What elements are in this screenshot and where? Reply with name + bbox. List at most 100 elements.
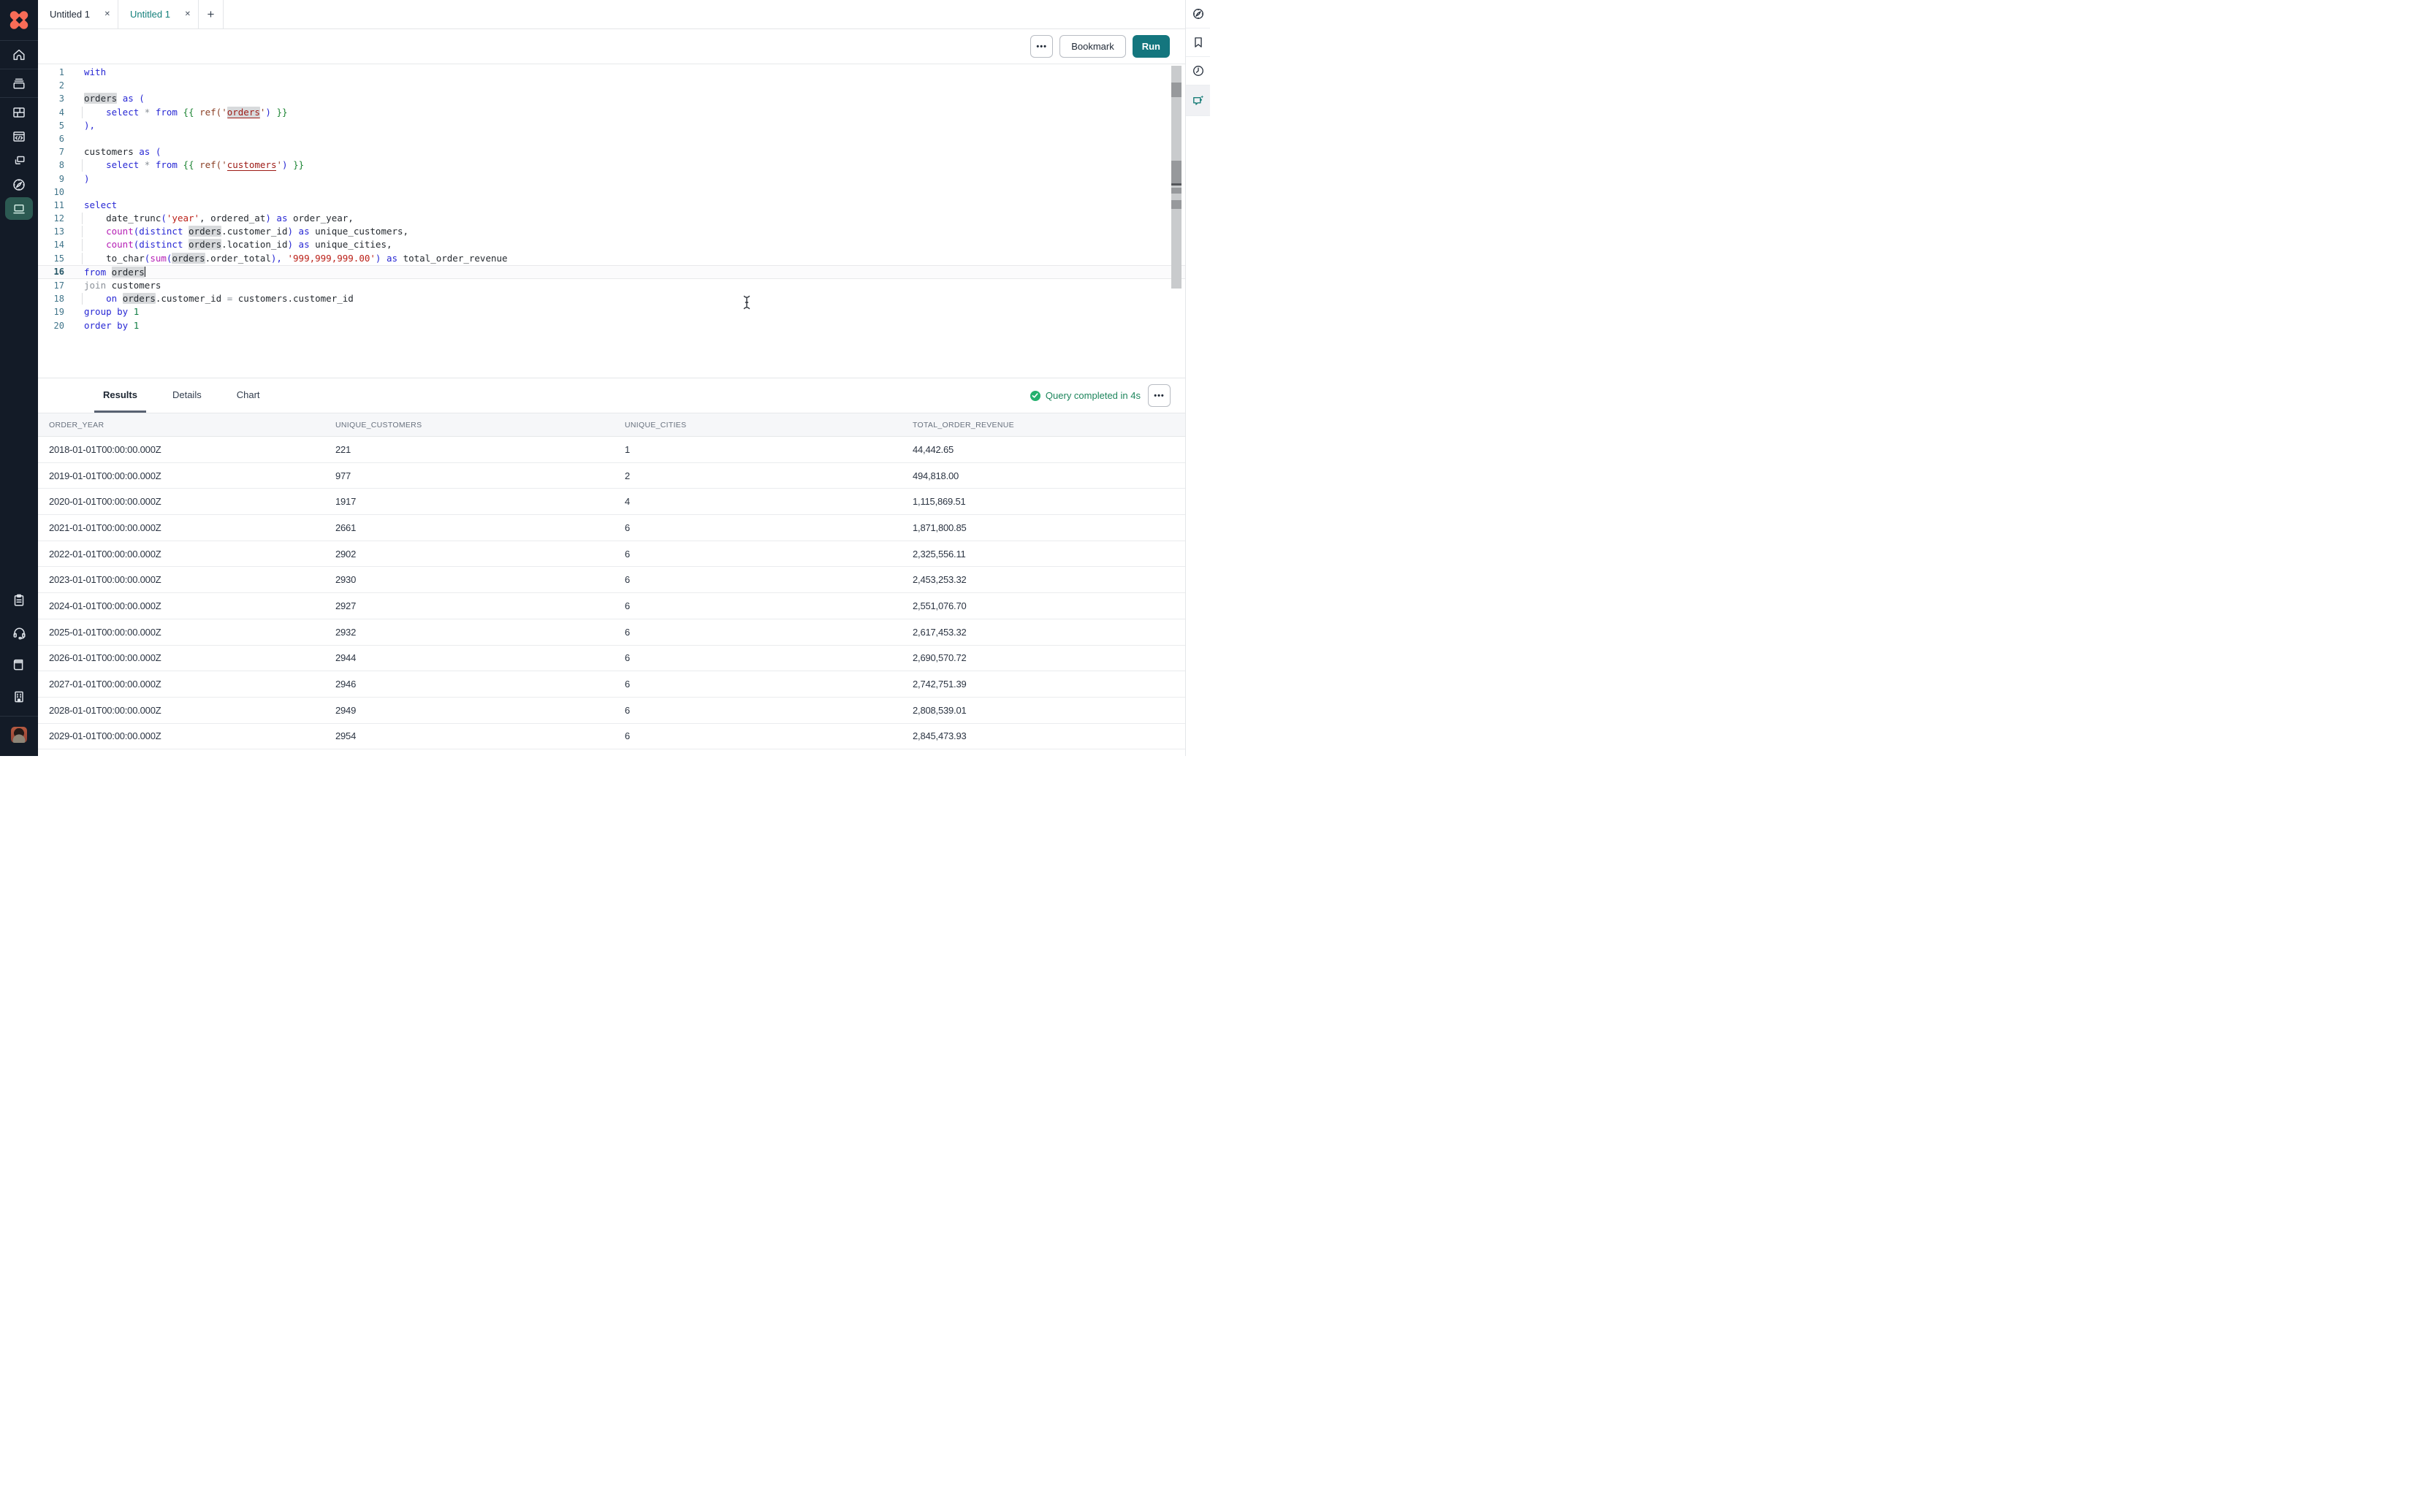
new-tab-button[interactable]: + <box>199 0 224 28</box>
code-line-2[interactable]: 2 <box>38 79 1185 92</box>
app-logo[interactable] <box>0 0 38 41</box>
results-table-body[interactable]: 2018-01-01T00:00:00.000Z221144,442.65201… <box>38 437 1185 756</box>
rail-item-ai-assistant[interactable] <box>1186 85 1210 116</box>
close-icon[interactable]: ✕ <box>183 9 192 20</box>
code-line-9[interactable]: 9) <box>38 172 1185 186</box>
sidebar-item-apps[interactable] <box>0 148 38 172</box>
table-cell: 2023-01-01T00:00:00.000Z <box>49 574 335 585</box>
code-line-8[interactable]: 8 select * from {{ ref('customers') }} <box>38 159 1185 172</box>
table-row[interactable]: 2030-01-01T00:00:00.000Z287961,841,049.3… <box>38 749 1185 756</box>
code-line-6[interactable]: 6 <box>38 132 1185 145</box>
bookmark-button[interactable]: Bookmark <box>1059 35 1126 58</box>
user-avatar[interactable] <box>11 727 27 743</box>
history-clock-icon <box>1192 64 1205 77</box>
table-row[interactable]: 2021-01-01T00:00:00.000Z266161,871,800.8… <box>38 515 1185 541</box>
line-number: 11 <box>38 199 64 212</box>
table-row[interactable]: 2022-01-01T00:00:00.000Z290262,325,556.1… <box>38 541 1185 568</box>
rail-item-history[interactable] <box>1186 57 1210 85</box>
table-cell: 6 <box>625 730 913 741</box>
results-tab-results[interactable]: Results <box>94 378 146 413</box>
main-area: Untitled 1✕Untitled 1✕+ ••• Bookmark Run… <box>38 0 1185 756</box>
code-line-14[interactable]: 14 count(distinct orders.location_id) as… <box>38 238 1185 251</box>
code-line-11[interactable]: 11select <box>38 199 1185 212</box>
sidebar-item-organization[interactable] <box>0 681 38 713</box>
table-cell: 4 <box>625 496 913 507</box>
table-cell: 2,690,570.72 <box>913 652 1185 663</box>
book-icon <box>12 657 26 672</box>
table-row[interactable]: 2020-01-01T00:00:00.000Z191741,115,869.5… <box>38 489 1185 515</box>
table-cell: 1,871,800.85 <box>913 522 1185 533</box>
code-line-10[interactable]: 10 <box>38 186 1185 199</box>
code-line-7[interactable]: 7customers as ( <box>38 145 1185 159</box>
table-row[interactable]: 2025-01-01T00:00:00.000Z293262,617,453.3… <box>38 619 1185 646</box>
table-cell: 2949 <box>335 705 625 716</box>
code-line-12[interactable]: 12 date_trunc('year', ordered_at) as ord… <box>38 212 1185 225</box>
code-line-16[interactable]: 16from orders <box>38 265 1185 279</box>
results-tab-details[interactable]: Details <box>164 378 210 413</box>
table-cell: 2026-01-01T00:00:00.000Z <box>49 652 335 663</box>
code-line-19[interactable]: 19group by 1 <box>38 305 1185 318</box>
table-cell: 2025-01-01T00:00:00.000Z <box>49 627 335 638</box>
sidebar-item-notes[interactable] <box>0 584 38 616</box>
code-line-18[interactable]: 18 on orders.customer_id = customers.cus… <box>38 292 1185 305</box>
table-cell: 2024-01-01T00:00:00.000Z <box>49 600 335 611</box>
table-row[interactable]: 2018-01-01T00:00:00.000Z221144,442.65 <box>38 437 1185 463</box>
code-line-15[interactable]: 15 to_char(sum(orders.order_total), '999… <box>38 252 1185 265</box>
ai-chat-sparkle-icon <box>1191 93 1205 107</box>
home-icon <box>12 47 26 62</box>
line-number: 16 <box>38 266 64 278</box>
table-row[interactable]: 2024-01-01T00:00:00.000Z292762,551,076.7… <box>38 593 1185 619</box>
table-row[interactable]: 2026-01-01T00:00:00.000Z294462,690,570.7… <box>38 646 1185 672</box>
line-number: 8 <box>38 159 64 172</box>
table-cell: 2021-01-01T00:00:00.000Z <box>49 522 335 533</box>
code-line-3[interactable]: 3orders as ( <box>38 92 1185 105</box>
sidebar-item-support[interactable] <box>0 616 38 649</box>
code-line-4[interactable]: 4 select * from {{ ref('orders') }} <box>38 106 1185 119</box>
code-line-20[interactable]: 20order by 1 <box>38 319 1185 332</box>
document-tab-2[interactable]: Untitled 1✕ <box>118 0 199 28</box>
sidebar-item-explore[interactable] <box>0 172 38 196</box>
sidebar-item-docs[interactable] <box>0 649 38 681</box>
query-status-text: Query completed in 4s <box>1046 390 1141 401</box>
rail-item-explore[interactable] <box>1186 0 1210 28</box>
table-cell: 6 <box>625 679 913 690</box>
table-cell: 2 <box>625 470 913 481</box>
results-panel: Results Details Chart Query completed in 4… <box>38 378 1185 756</box>
code-area[interactable]: 1with23orders as (4 select * from {{ ref… <box>38 64 1185 378</box>
rail-item-bookmarks[interactable] <box>1186 28 1210 57</box>
code-line-17[interactable]: 17join customers <box>38 279 1185 292</box>
sql-editor[interactable]: 1with23orders as (4 select * from {{ ref… <box>38 64 1185 378</box>
table-row[interactable]: 2028-01-01T00:00:00.000Z294962,808,539.0… <box>38 698 1185 724</box>
sidebar-item-projects[interactable] <box>0 69 38 98</box>
left-sidebar <box>0 0 38 756</box>
table-row[interactable]: 2027-01-01T00:00:00.000Z294662,742,751.3… <box>38 671 1185 698</box>
table-cell: 6 <box>625 652 913 663</box>
check-circle-icon <box>1030 391 1040 401</box>
code-line-5[interactable]: 5), <box>38 119 1185 132</box>
table-cell: 6 <box>625 574 913 585</box>
line-number: 12 <box>38 212 64 225</box>
results-tab-chart[interactable]: Chart <box>228 378 269 413</box>
table-row[interactable]: 2029-01-01T00:00:00.000Z295462,845,473.9… <box>38 724 1185 750</box>
more-options-button[interactable]: ••• <box>1030 35 1053 58</box>
column-header: UNIQUE_CUSTOMERS <box>335 421 625 429</box>
run-button[interactable]: Run <box>1133 35 1170 58</box>
sidebar-item-code-editor[interactable] <box>0 124 38 148</box>
table-cell: 6 <box>625 627 913 638</box>
table-row[interactable]: 2023-01-01T00:00:00.000Z293062,453,253.3… <box>38 567 1185 593</box>
results-tab-bar: Results Details Chart <box>38 378 1185 413</box>
close-icon[interactable]: ✕ <box>103 9 112 20</box>
editor-scrollbar[interactable] <box>1171 66 1182 290</box>
code-line-1[interactable]: 1with <box>38 66 1185 79</box>
code-line-13[interactable]: 13 count(distinct orders.customer_id) as… <box>38 225 1185 238</box>
table-row[interactable]: 2019-01-01T00:00:00.000Z9772494,818.00 <box>38 463 1185 489</box>
table-cell: 6 <box>625 549 913 560</box>
document-tab-1[interactable]: Untitled 1✕ <box>38 0 118 28</box>
table-cell: 2028-01-01T00:00:00.000Z <box>49 705 335 716</box>
sidebar-item-ide-active[interactable] <box>0 196 38 221</box>
results-more-button[interactable]: ••• <box>1148 384 1171 407</box>
sidebar-item-home[interactable] <box>0 41 38 69</box>
sidebar-item-dashboards[interactable] <box>0 100 38 124</box>
table-cell: 494,818.00 <box>913 470 1185 481</box>
line-number: 9 <box>38 172 64 186</box>
